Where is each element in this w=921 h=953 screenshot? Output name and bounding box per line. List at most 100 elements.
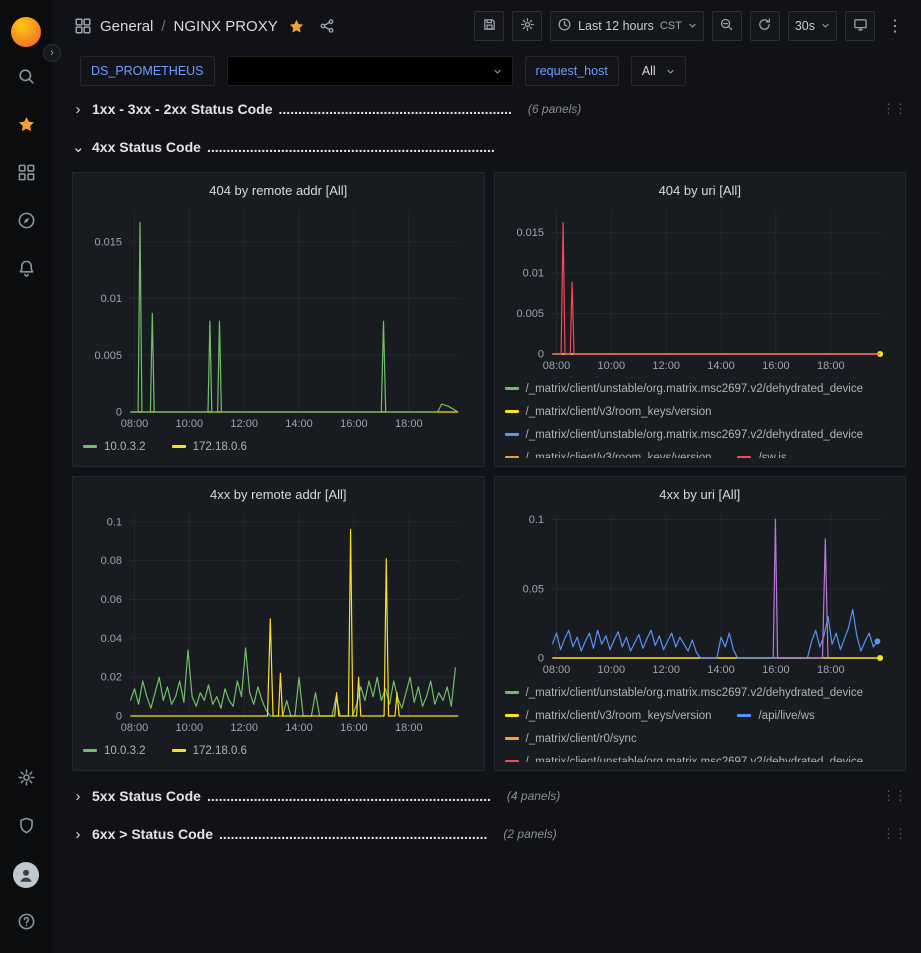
sidebar-item-configuration[interactable] <box>0 755 52 803</box>
panel-404-by-remote-addr: 404 by remote addr [All] 00.0050.010.015… <box>72 172 485 467</box>
time-series-chart[interactable]: 00.050.108:0010:0012:0014:0016:0018:00 <box>505 504 896 678</box>
help-circle-icon <box>17 912 36 934</box>
refresh-button[interactable] <box>750 11 780 41</box>
svg-text:14:00: 14:00 <box>707 664 735 676</box>
shield-icon <box>17 816 36 838</box>
sidebar-expand-button[interactable]: › <box>43 44 61 62</box>
refresh-interval-picker[interactable]: 30s <box>788 11 837 41</box>
chevron-right-icon: › <box>72 788 84 805</box>
legend-item[interactable]: /_matrix/client/v3/room_keys/version <box>505 406 712 418</box>
star-icon <box>17 115 36 137</box>
sidebar: › <box>0 0 52 953</box>
legend-series-label: /_matrix/client/unstable/org.matrix.msc2… <box>526 383 864 395</box>
svg-text:0.015: 0.015 <box>94 236 122 248</box>
legend-series-marker-icon <box>505 410 519 413</box>
kebab-menu-button[interactable]: ⋮ <box>883 16 907 36</box>
variable-value-request-host[interactable]: All <box>631 56 686 86</box>
sidebar-item-help[interactable] <box>0 899 52 947</box>
svg-text:12:00: 12:00 <box>652 360 680 372</box>
legend-item[interactable]: /_matrix/client/unstable/org.matrix.msc2… <box>505 429 864 441</box>
search-icon <box>17 67 36 89</box>
legend-item[interactable]: 10.0.3.2 <box>83 745 146 757</box>
panel-title[interactable]: 4xx by uri [All] <box>505 481 896 504</box>
svg-text:18:00: 18:00 <box>817 664 845 676</box>
legend-series-label: 172.18.0.6 <box>193 441 247 453</box>
chevron-down-icon <box>493 64 502 79</box>
sidebar-bottom-nav <box>0 755 52 947</box>
svg-text:16:00: 16:00 <box>340 418 368 430</box>
sidebar-item-starred[interactable] <box>0 102 52 150</box>
zoom-out-time-button[interactable] <box>712 11 742 41</box>
svg-text:18:00: 18:00 <box>395 418 423 430</box>
svg-text:10:00: 10:00 <box>176 418 204 430</box>
svg-text:0.01: 0.01 <box>101 293 122 305</box>
row-5xx-status-code[interactable]: › 5xx Status Code.......................… <box>72 783 906 809</box>
row-title: 4xx Status Code <box>92 139 201 155</box>
variable-value-ds-prometheus[interactable] <box>227 56 513 86</box>
svg-text:16:00: 16:00 <box>340 722 368 734</box>
clock-icon <box>557 17 572 35</box>
legend-series-label: /_matrix/client/unstable/org.matrix.msc2… <box>526 687 864 699</box>
row-6xx-status-code[interactable]: › 6xx > Status Code.....................… <box>72 821 906 847</box>
row-drag-handle-icon[interactable]: ⋮⋮ <box>882 826 906 842</box>
row-drag-handle-icon[interactable]: ⋮⋮ <box>882 101 906 117</box>
legend-item[interactable]: 10.0.3.2 <box>83 441 146 453</box>
time-series-chart[interactable]: 00.0050.010.01508:0010:0012:0014:0016:00… <box>83 200 474 432</box>
svg-text:08:00: 08:00 <box>121 418 149 430</box>
time-series-chart[interactable]: 00.020.040.060.080.108:0010:0012:0014:00… <box>83 504 474 736</box>
svg-text:10:00: 10:00 <box>597 664 625 676</box>
row-title: 1xx - 3xx - 2xx Status Code <box>92 101 273 117</box>
row-1xx-3xx-2xx-status-code[interactable]: › 1xx - 3xx - 2xx Status Code...........… <box>72 96 906 122</box>
dashboards-grid-icon <box>17 163 36 185</box>
legend-item[interactable]: /_matrix/client/unstable/org.matrix.msc2… <box>505 756 864 763</box>
variables-bar: DS_PROMETHEUS request_host All <box>52 52 921 90</box>
time-range-picker[interactable]: Last 12 hours CST <box>550 11 704 41</box>
favorite-star-icon[interactable] <box>288 18 305 35</box>
panel-title[interactable]: 404 by uri [All] <box>505 177 896 200</box>
legend-item[interactable]: 172.18.0.6 <box>172 441 247 453</box>
legend-item[interactable]: /sw.js <box>737 452 786 459</box>
svg-text:12:00: 12:00 <box>230 418 258 430</box>
grafana-logo[interactable] <box>11 10 41 54</box>
legend-item[interactable]: /_matrix/client/v3/room_keys/version <box>505 452 712 459</box>
row-4xx-status-code[interactable]: ⌄ 4xx Status Code.......................… <box>72 134 906 160</box>
legend-item[interactable]: 172.18.0.6 <box>172 745 247 757</box>
legend-item[interactable]: /_matrix/client/r0/sync <box>505 733 637 745</box>
sidebar-top-nav <box>0 54 52 294</box>
compass-icon <box>17 211 36 233</box>
sidebar-item-alerting[interactable] <box>0 246 52 294</box>
legend-item[interactable]: /_matrix/client/unstable/org.matrix.msc2… <box>505 687 864 699</box>
share-icon[interactable] <box>319 18 335 34</box>
legend-item[interactable]: /_matrix/client/unstable/org.matrix.msc2… <box>505 383 864 395</box>
save-dashboard-button[interactable] <box>474 11 504 41</box>
dashboard-settings-button[interactable] <box>512 11 542 41</box>
svg-text:12:00: 12:00 <box>652 664 680 676</box>
sidebar-item-dashboards[interactable] <box>0 150 52 198</box>
chevron-down-icon <box>821 19 830 33</box>
sidebar-item-search[interactable] <box>0 54 52 102</box>
legend-item[interactable]: /api/live/ws <box>737 710 814 722</box>
row-title-dots: ........................................… <box>207 788 491 804</box>
time-series-chart[interactable]: 00.0050.010.01508:0010:0012:0014:0016:00… <box>505 200 896 374</box>
svg-text:16:00: 16:00 <box>762 360 790 372</box>
row-drag-handle-icon[interactable]: ⋮⋮ <box>882 788 906 804</box>
svg-text:0.1: 0.1 <box>528 514 543 526</box>
breadcrumb-section[interactable]: General <box>100 18 153 35</box>
legend-item[interactable]: /_matrix/client/v3/room_keys/version <box>505 710 712 722</box>
variable-value-text: All <box>642 64 656 78</box>
refresh-icon <box>757 17 772 35</box>
tv-mode-button[interactable] <box>845 11 875 41</box>
sidebar-item-server-admin[interactable] <box>0 803 52 851</box>
sidebar-item-profile[interactable] <box>0 851 52 899</box>
sidebar-item-explore[interactable] <box>0 198 52 246</box>
svg-text:0: 0 <box>116 407 122 419</box>
panel-title[interactable]: 4xx by remote addr [All] <box>83 481 474 504</box>
chevron-down-icon <box>688 19 697 33</box>
breadcrumb-dashboard-title[interactable]: NGINX PROXY <box>174 18 278 35</box>
time-range-label: Last 12 hours <box>578 19 654 33</box>
legend-series-marker-icon <box>83 445 97 448</box>
legend-series-marker-icon <box>172 445 186 448</box>
svg-text:0.04: 0.04 <box>101 633 122 645</box>
legend-series-label: /api/live/ws <box>758 710 814 722</box>
panel-title[interactable]: 404 by remote addr [All] <box>83 177 474 200</box>
